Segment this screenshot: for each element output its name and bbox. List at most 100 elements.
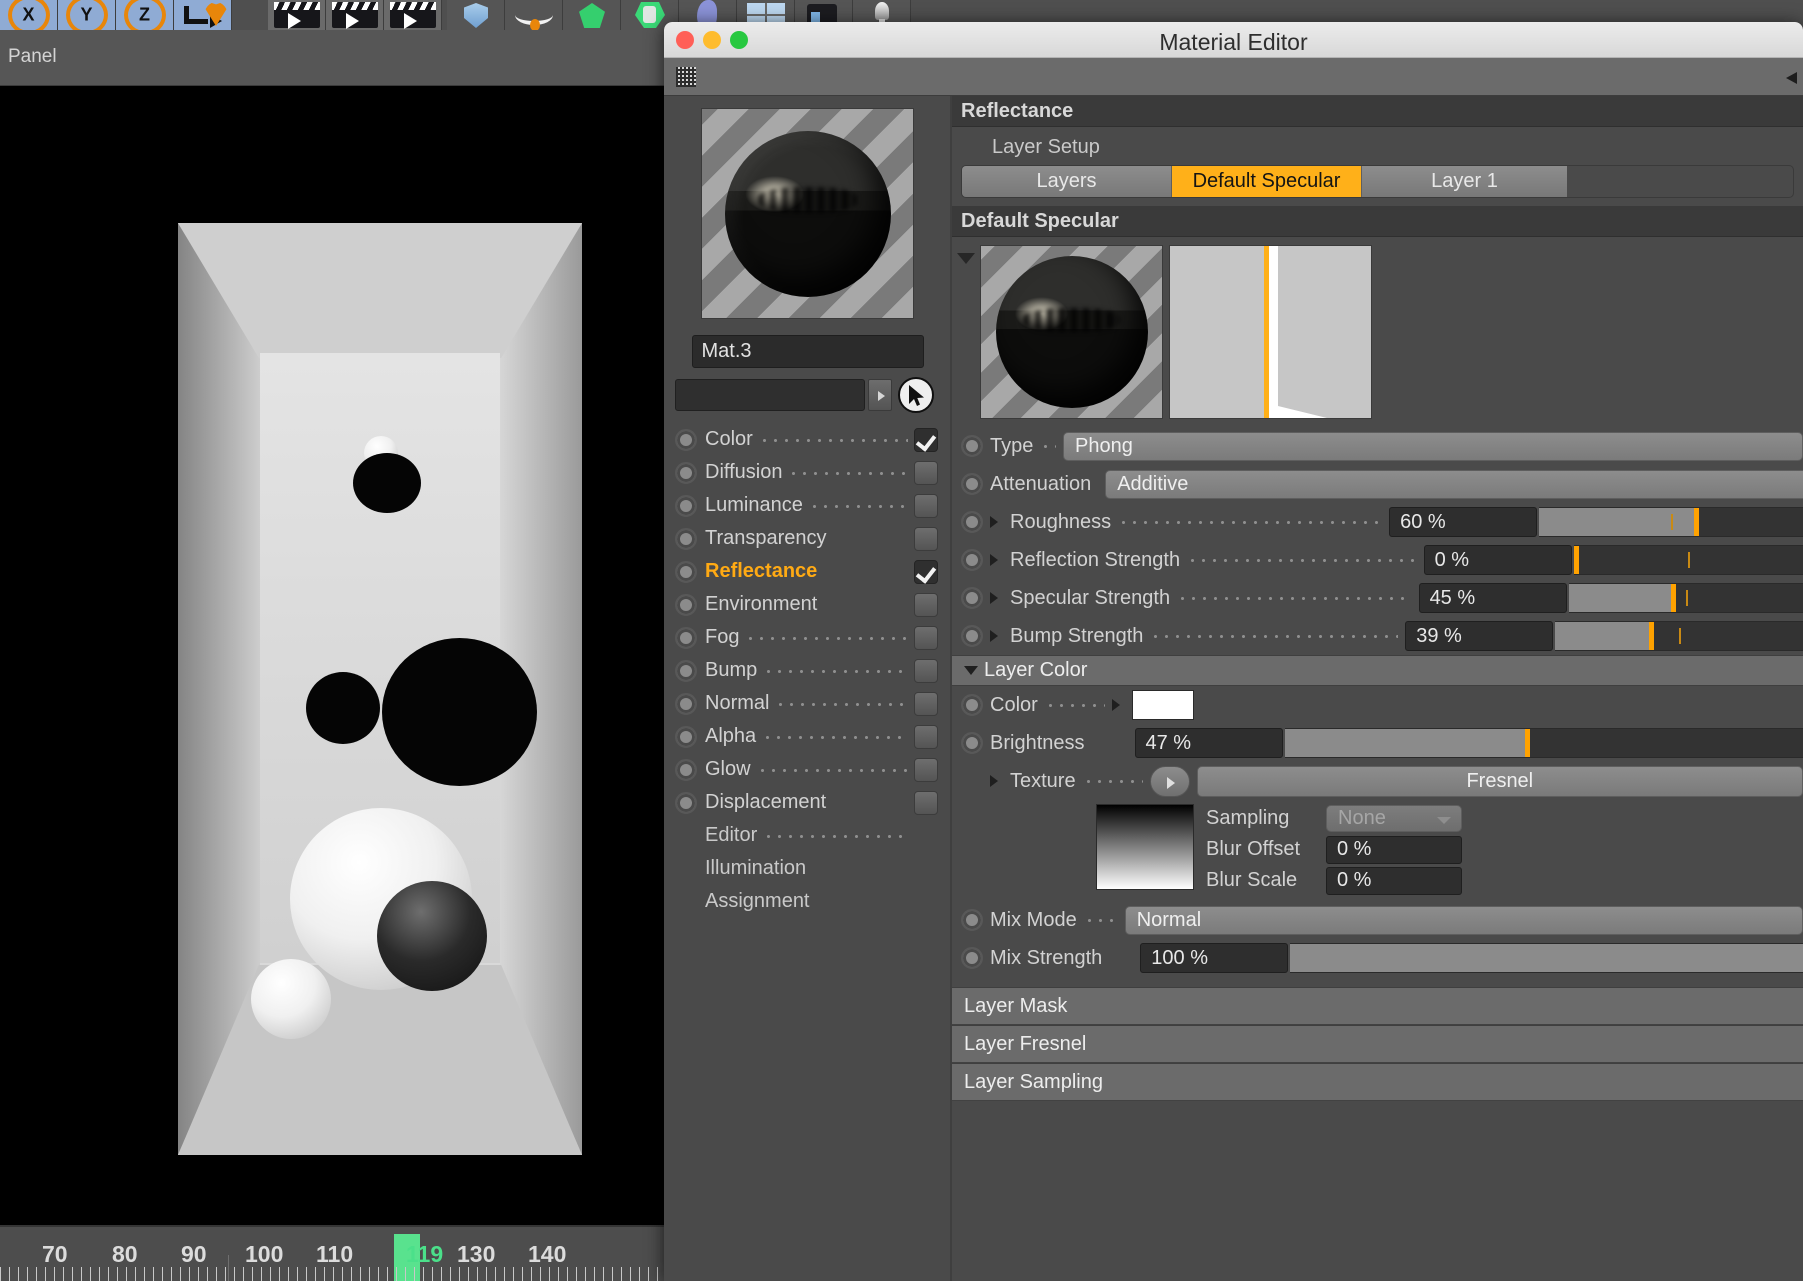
channel-row-normal[interactable]: Normal xyxy=(675,687,940,720)
channel-row-reflectance[interactable]: Reflectance xyxy=(675,555,940,588)
section-layer-mask[interactable]: Layer Mask xyxy=(952,987,1803,1025)
channel-radio-icon[interactable] xyxy=(675,494,697,517)
channel-row-illumination[interactable]: Illumination xyxy=(675,852,940,885)
channel-radio-icon[interactable] xyxy=(675,692,697,715)
tab-layers[interactable]: Layers xyxy=(962,166,1172,197)
axis-z-icon[interactable]: Z xyxy=(116,0,174,30)
channel-checkbox[interactable] xyxy=(914,724,938,749)
search-input[interactable] xyxy=(675,379,865,411)
channel-row-diffusion[interactable]: Diffusion xyxy=(675,456,940,489)
channel-checkbox[interactable] xyxy=(914,493,938,518)
timeline-ruler[interactable]: 70 80 90 100 110 119 130 140 xyxy=(0,1225,670,1281)
channel-checkbox[interactable] xyxy=(914,427,938,452)
channel-radio-icon[interactable] xyxy=(675,461,697,484)
mix-mode-dropdown[interactable]: Normal xyxy=(1124,905,1803,935)
drag-grip-icon[interactable] xyxy=(676,67,696,87)
channel-checkbox[interactable] xyxy=(914,559,938,584)
channel-row-color[interactable]: Color xyxy=(675,423,940,456)
tab-layer-1[interactable]: Layer 1 xyxy=(1362,166,1567,197)
channel-radio-icon[interactable] xyxy=(675,791,697,814)
texture-name-field[interactable]: Fresnel xyxy=(1196,765,1803,797)
expand-triangle-icon[interactable] xyxy=(990,554,1004,566)
roughness-value-input[interactable]: 60 % xyxy=(1389,507,1538,537)
specular-falloff-graph[interactable] xyxy=(1169,245,1372,419)
play-forward-icon[interactable] xyxy=(326,0,384,30)
axis-y-icon[interactable]: Y xyxy=(58,0,116,30)
channel-radio-icon[interactable] xyxy=(675,659,697,682)
channel-row-environment[interactable]: Environment xyxy=(675,588,940,621)
reflection-strength-value-input[interactable]: 0 % xyxy=(1423,545,1572,575)
fresnel-gradient-thumbnail[interactable] xyxy=(1096,804,1194,890)
channel-row-glow[interactable]: Glow xyxy=(675,753,940,786)
channel-checkbox[interactable] xyxy=(914,526,938,551)
blur-offset-input[interactable]: 0 % xyxy=(1326,835,1462,864)
channel-radio-icon[interactable] xyxy=(675,593,697,616)
param-radio-icon[interactable] xyxy=(961,511,983,533)
channel-radio-icon[interactable] xyxy=(675,428,697,451)
channel-row-bump[interactable]: Bump xyxy=(675,654,940,687)
window-titlebar[interactable]: Material Editor xyxy=(664,22,1803,58)
param-radio-icon[interactable] xyxy=(961,909,983,931)
move-arrow-icon[interactable] xyxy=(174,0,232,30)
param-radio-icon[interactable] xyxy=(961,694,983,716)
type-dropdown[interactable]: Phong xyxy=(1063,431,1803,461)
shield-icon[interactable] xyxy=(447,0,505,30)
expand-triangle-icon[interactable] xyxy=(990,516,1004,528)
panel-menu[interactable]: Panel xyxy=(8,46,57,68)
necklace-icon[interactable] xyxy=(505,0,563,30)
channel-checkbox[interactable] xyxy=(914,691,938,716)
channel-radio-icon[interactable] xyxy=(675,758,697,781)
layer-color-header[interactable]: Layer Color xyxy=(952,655,1803,686)
blur-scale-input[interactable]: 0 % xyxy=(1326,866,1462,895)
color-swatch[interactable] xyxy=(1131,690,1194,720)
channel-checkbox[interactable] xyxy=(914,790,938,815)
channel-checkbox[interactable] xyxy=(914,757,938,782)
specular-strength-slider[interactable] xyxy=(1568,583,1803,613)
param-radio-icon[interactable] xyxy=(961,625,983,647)
channel-row-assignment[interactable]: Assignment xyxy=(675,885,940,918)
channel-row-alpha[interactable]: Alpha xyxy=(675,720,940,753)
material-preview-thumbnail[interactable] xyxy=(701,108,914,319)
channel-radio-icon[interactable] xyxy=(675,560,697,583)
reflection-strength-slider[interactable] xyxy=(1573,545,1803,575)
channel-checkbox[interactable] xyxy=(914,658,938,683)
channel-row-fog[interactable]: Fog xyxy=(675,621,940,654)
section-layer-fresnel[interactable]: Layer Fresnel xyxy=(952,1025,1803,1063)
param-radio-icon[interactable] xyxy=(961,549,983,571)
expand-triangle-icon[interactable] xyxy=(990,775,1004,787)
material-editor-window[interactable]: Material Editor Mat.3 Color Diffusion Lu… xyxy=(664,22,1803,1281)
bump-strength-slider[interactable] xyxy=(1555,621,1803,651)
bump-strength-value-input[interactable]: 39 % xyxy=(1405,621,1554,651)
roughness-slider[interactable] xyxy=(1539,507,1803,537)
param-radio-icon[interactable] xyxy=(961,473,983,495)
material-name-field[interactable]: Mat.3 xyxy=(691,335,924,368)
mix-strength-slider[interactable] xyxy=(1290,943,1803,973)
search-dropdown-icon[interactable] xyxy=(868,379,892,411)
section-layer-sampling[interactable]: Layer Sampling xyxy=(952,1063,1803,1101)
param-radio-icon[interactable] xyxy=(961,587,983,609)
expand-triangle-icon[interactable] xyxy=(1111,699,1126,711)
param-radio-icon[interactable] xyxy=(961,947,983,969)
mix-strength-input[interactable]: 100 % xyxy=(1140,943,1289,973)
expand-triangle-icon[interactable] xyxy=(990,592,1004,604)
param-radio-icon[interactable] xyxy=(961,732,983,754)
channel-row-editor[interactable]: Editor xyxy=(675,819,940,852)
expand-triangle-icon[interactable] xyxy=(990,630,1004,642)
collapse-triangle-icon[interactable] xyxy=(952,245,980,264)
play-start-icon[interactable] xyxy=(268,0,326,30)
channel-checkbox[interactable] xyxy=(914,460,938,485)
channel-row-displacement[interactable]: Displacement xyxy=(675,786,940,819)
specular-preview-thumbnail[interactable] xyxy=(980,245,1163,419)
brightness-value-input[interactable]: 47 % xyxy=(1134,728,1283,758)
tab-default-specular[interactable]: Default Specular xyxy=(1172,166,1362,197)
specular-strength-value-input[interactable]: 45 % xyxy=(1418,583,1567,613)
collapse-arrow-icon[interactable] xyxy=(1786,72,1797,84)
gem-icon[interactable] xyxy=(563,0,621,30)
3d-viewport[interactable] xyxy=(0,86,670,1225)
play-end-icon[interactable] xyxy=(384,0,442,30)
channel-radio-icon[interactable] xyxy=(675,725,697,748)
channel-row-luminance[interactable]: Luminance xyxy=(675,489,940,522)
channel-checkbox[interactable] xyxy=(914,625,938,650)
channel-radio-icon[interactable] xyxy=(675,527,697,550)
sampling-dropdown[interactable]: None xyxy=(1326,805,1462,832)
